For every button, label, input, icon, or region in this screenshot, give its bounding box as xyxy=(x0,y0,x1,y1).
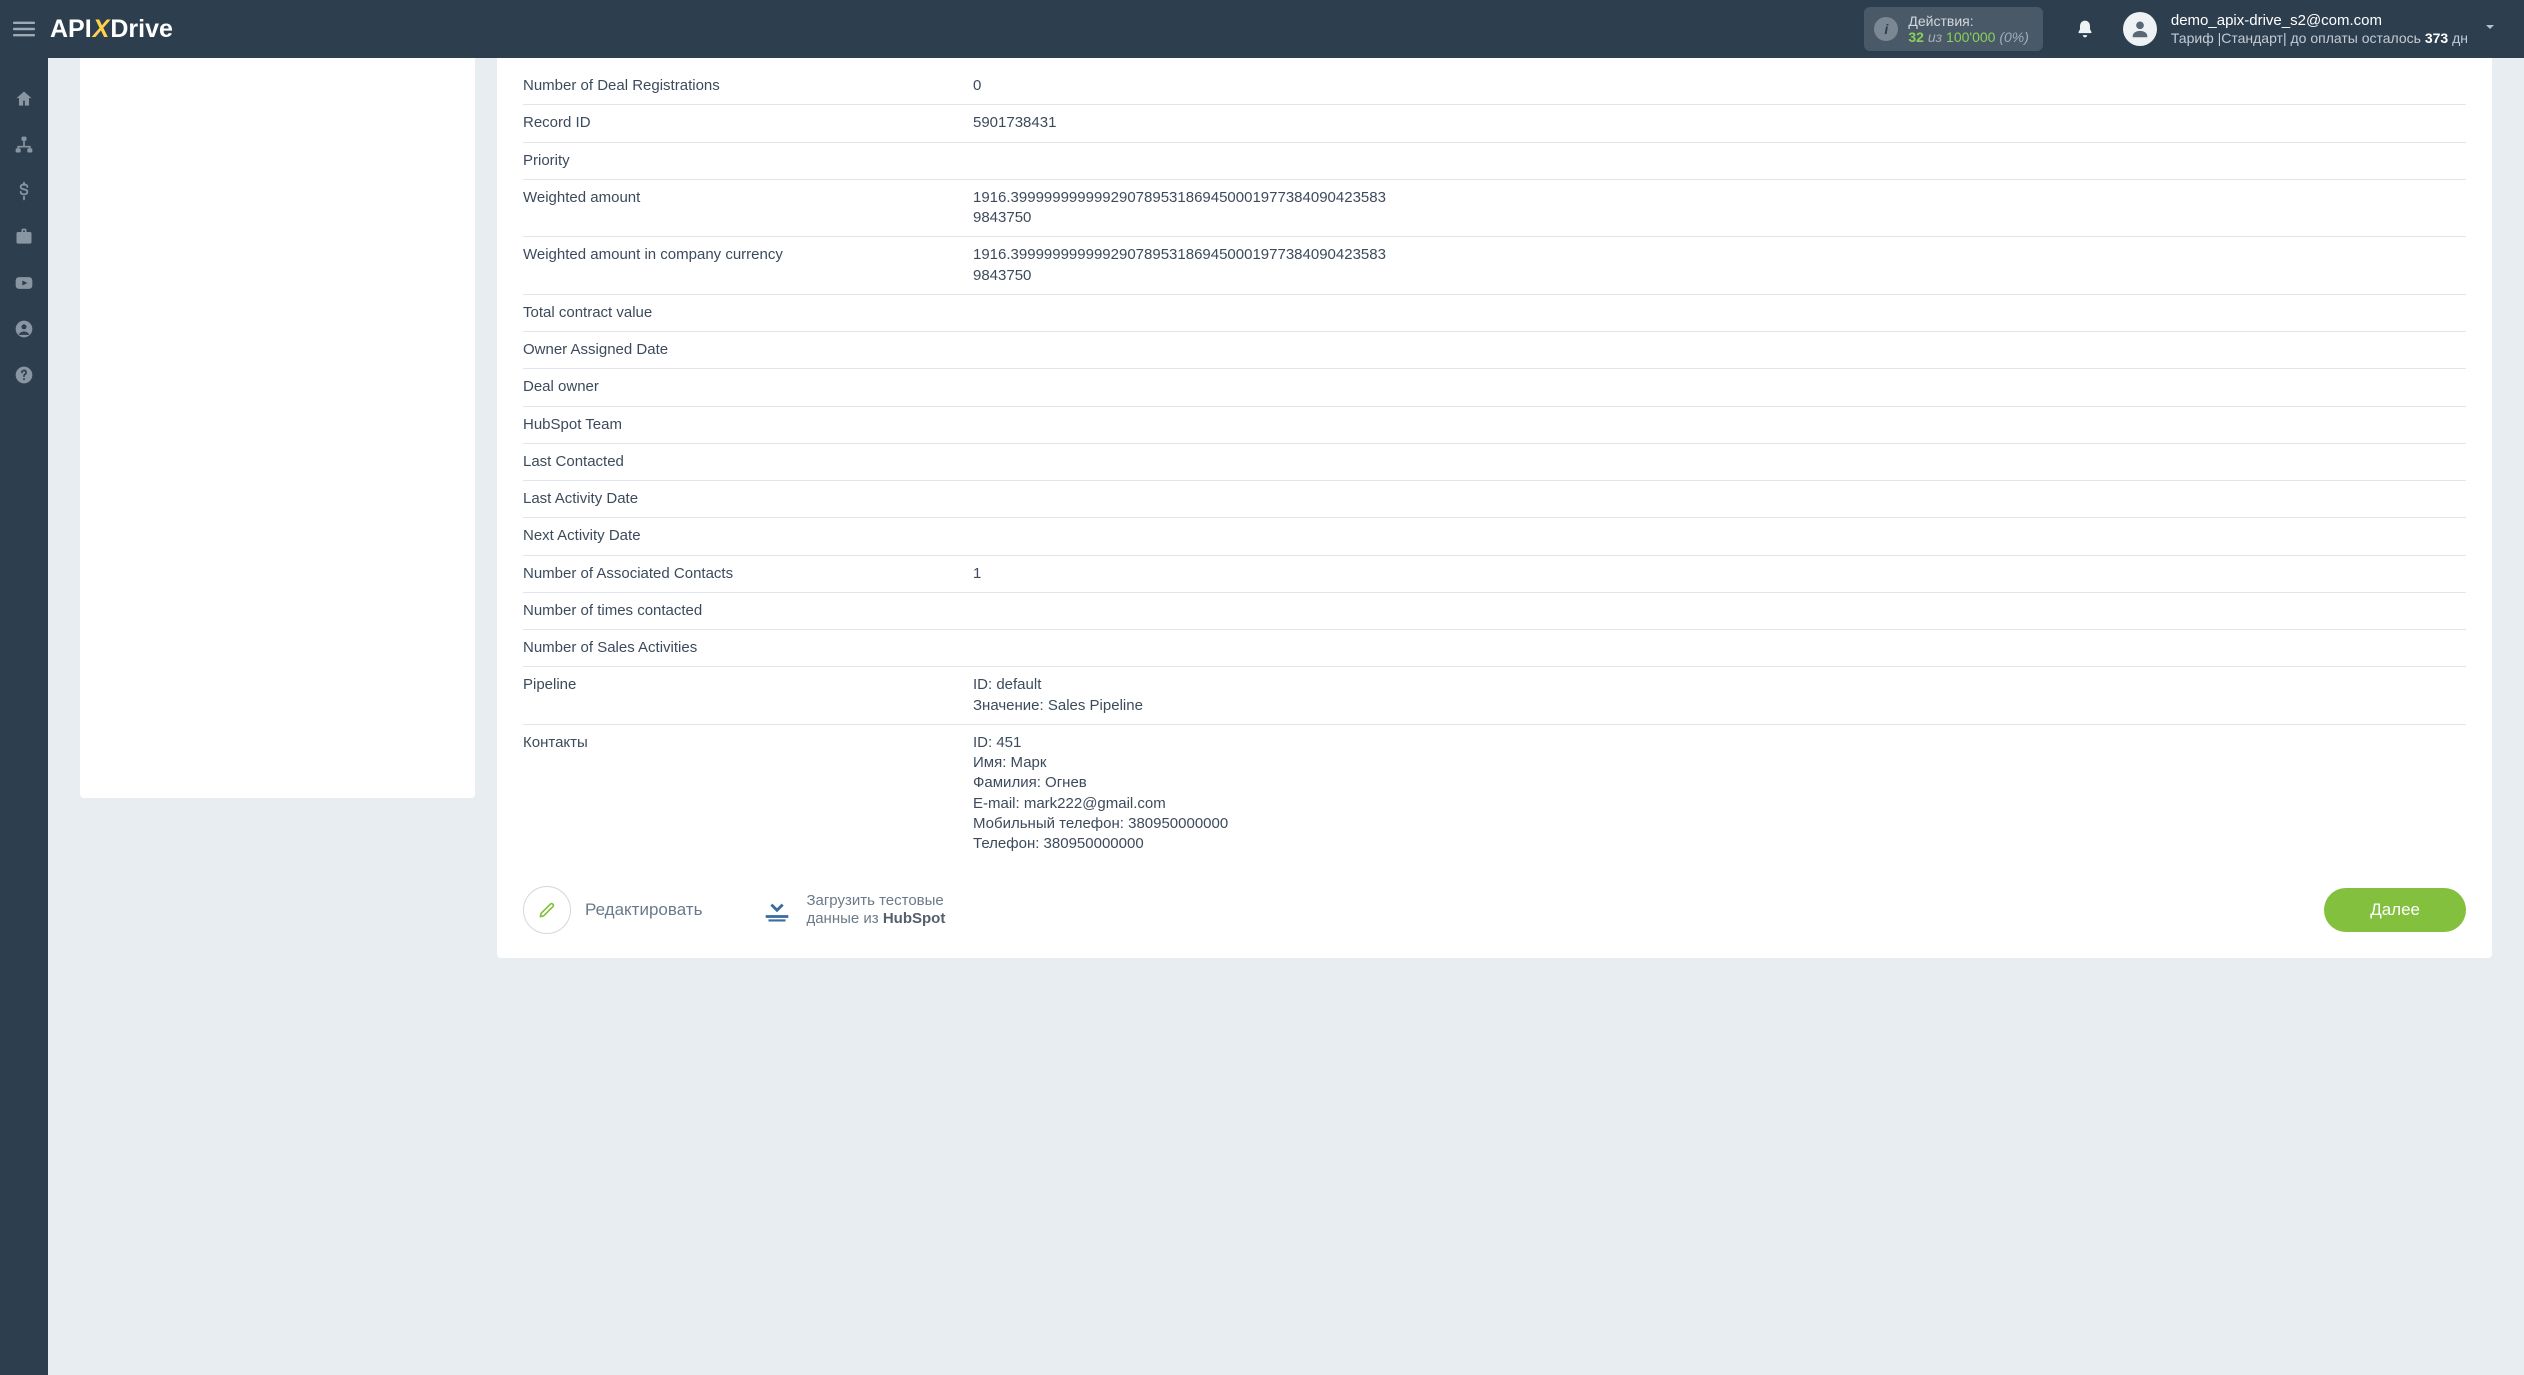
field-row: Weighted amount1916.39999999999929078953… xyxy=(523,180,2466,238)
edit-button[interactable] xyxy=(523,886,571,934)
right-panel: Number of Deal Registrations0Record ID59… xyxy=(497,58,2492,958)
field-row: Next Activity Date xyxy=(523,518,2466,555)
sitemap-icon xyxy=(14,135,34,155)
field-value: ID: 451Имя: МаркФамилия: ОгневE-mail: ma… xyxy=(973,733,2466,855)
field-value: 1916.39999999999929078953186945000197738… xyxy=(973,245,2466,286)
logo[interactable]: API X Drive xyxy=(50,15,173,44)
load-label: Загрузить тестовые данные из HubSpot xyxy=(806,892,945,930)
notifications-button[interactable] xyxy=(2065,9,2105,49)
download-icon xyxy=(760,891,794,929)
user-tariff: Тариф |Стандарт| до оплаты осталось 373 … xyxy=(2171,30,2468,47)
logo-part-x: X xyxy=(93,15,110,44)
field-value: 5901738431 xyxy=(973,113,2466,133)
field-row: Deal owner xyxy=(523,369,2466,406)
field-row: Number of Deal Registrations0 xyxy=(523,68,2466,105)
load-test-data-button[interactable]: Загрузить тестовые данные из HubSpot xyxy=(760,891,945,929)
menu-toggle[interactable] xyxy=(0,0,48,58)
field-row: Priority xyxy=(523,143,2466,180)
home-icon xyxy=(14,89,34,109)
actions-numbers: 32 из 100'000 (0%) xyxy=(1908,29,2029,45)
field-label: Weighted amount xyxy=(523,188,973,208)
field-row: Number of Sales Activities xyxy=(523,630,2466,667)
field-row: Total contract value xyxy=(523,295,2466,332)
top-bar: API X Drive i Действия: 32 из 100'000 (0… xyxy=(0,0,2524,58)
card-actions: Редактировать Загрузить тестовые данные … xyxy=(523,882,2466,934)
field-rows: Number of Deal Registrations0Record ID59… xyxy=(523,68,2466,862)
field-row: Last Contacted xyxy=(523,444,2466,481)
left-panel xyxy=(80,58,475,798)
field-row: HubSpot Team xyxy=(523,407,2466,444)
field-label: Last Contacted xyxy=(523,452,973,472)
actions-counter[interactable]: i Действия: 32 из 100'000 (0%) xyxy=(1864,7,2043,51)
field-label: Last Activity Date xyxy=(523,489,973,509)
user-icon xyxy=(2129,18,2151,40)
field-label: Next Activity Date xyxy=(523,526,973,546)
field-row: Weighted amount in company currency1916.… xyxy=(523,237,2466,295)
chevron-down-icon xyxy=(2482,19,2498,39)
field-row: Record ID5901738431 xyxy=(523,105,2466,142)
hamburger-icon xyxy=(13,18,35,40)
bell-icon xyxy=(2075,19,2095,39)
question-icon xyxy=(14,365,34,385)
field-row: Number of Associated Contacts1 xyxy=(523,556,2466,593)
field-label: HubSpot Team xyxy=(523,415,973,435)
field-value: 1 xyxy=(973,564,2466,584)
sidebar-item-work[interactable] xyxy=(0,214,48,260)
field-value: 0 xyxy=(973,76,2466,96)
field-label: Total contract value xyxy=(523,303,973,323)
field-row: Last Activity Date xyxy=(523,481,2466,518)
field-label: Pipeline xyxy=(523,675,973,695)
sidebar-item-help[interactable] xyxy=(0,352,48,398)
sidebar-item-connections[interactable] xyxy=(0,122,48,168)
edit-label[interactable]: Редактировать xyxy=(585,900,702,920)
field-label: Record ID xyxy=(523,113,973,133)
info-icon: i xyxy=(1874,17,1898,41)
user-circle-icon xyxy=(14,319,34,339)
sidebar-item-video[interactable] xyxy=(0,260,48,306)
field-value: 1916.39999999999929078953186945000197738… xyxy=(973,188,2466,229)
dollar-icon xyxy=(14,181,34,201)
user-email: demo_apix-drive_s2@com.com xyxy=(2171,12,2468,30)
sidebar-item-billing[interactable] xyxy=(0,168,48,214)
pencil-icon xyxy=(537,900,557,920)
field-row: PipelineID: defaultЗначение: Sales Pipel… xyxy=(523,667,2466,725)
field-label: Priority xyxy=(523,151,973,171)
field-label: Number of times contacted xyxy=(523,601,973,621)
sidebar xyxy=(0,58,48,1375)
field-label: Deal owner xyxy=(523,377,973,397)
next-button[interactable]: Далее xyxy=(2324,888,2466,932)
logo-part-drive: Drive xyxy=(110,15,173,44)
field-value: ID: defaultЗначение: Sales Pipeline xyxy=(973,675,2466,716)
logo-part-api: API xyxy=(50,15,92,44)
field-label: Number of Sales Activities xyxy=(523,638,973,658)
field-label: Number of Associated Contacts xyxy=(523,564,973,584)
field-label: Number of Deal Registrations xyxy=(523,76,973,96)
main-content: Number of Deal Registrations0Record ID59… xyxy=(48,58,2524,1375)
field-row: Number of times contacted xyxy=(523,593,2466,630)
field-row: Owner Assigned Date xyxy=(523,332,2466,369)
sidebar-item-account[interactable] xyxy=(0,306,48,352)
actions-label: Действия: xyxy=(1908,13,2029,29)
briefcase-icon xyxy=(14,227,34,247)
field-label: Weighted amount in company currency xyxy=(523,245,973,265)
user-menu[interactable]: demo_apix-drive_s2@com.com Тариф |Станда… xyxy=(2123,12,2524,47)
youtube-icon xyxy=(14,273,34,293)
sidebar-item-home[interactable] xyxy=(0,76,48,122)
field-row: КонтактыID: 451Имя: МаркФамилия: ОгневE-… xyxy=(523,725,2466,863)
avatar xyxy=(2123,12,2157,46)
field-label: Контакты xyxy=(523,733,973,753)
field-label: Owner Assigned Date xyxy=(523,340,973,360)
